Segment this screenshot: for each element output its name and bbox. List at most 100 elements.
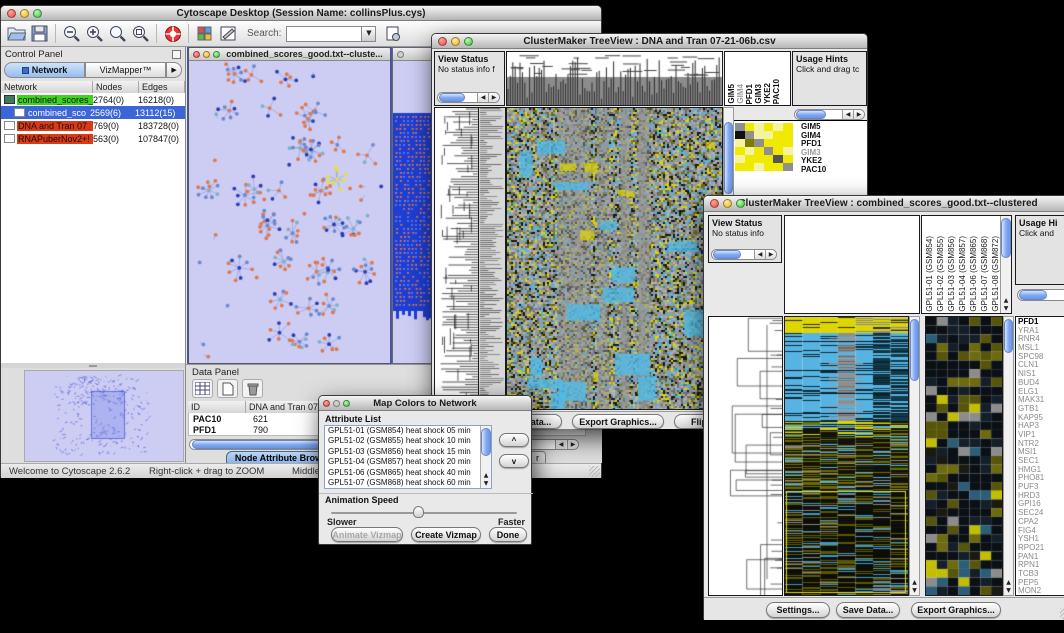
scroll-left-button[interactable]: ◀ xyxy=(555,440,566,449)
speed-slider-track[interactable] xyxy=(331,512,517,514)
tv2-column-label[interactable]: GPL51-02 (GSM855) xyxy=(935,236,946,312)
zoom-window-button[interactable] xyxy=(343,400,350,407)
tv1-column-label[interactable]: PAC10 xyxy=(772,79,781,104)
tv1-zoom-matrix[interactable] xyxy=(735,123,793,171)
tv2-heatmap-vscrollbar[interactable]: ▲ ▼ xyxy=(909,316,920,596)
new-attribute-icon[interactable] xyxy=(217,379,238,398)
scroll-left-button[interactable]: ◀ xyxy=(477,93,488,102)
scroll-left-button[interactable]: ◀ xyxy=(842,110,853,119)
move-up-button[interactable]: ^ xyxy=(499,433,529,447)
tab-overflow-button[interactable]: ▶ xyxy=(166,62,182,78)
tv2-column-label[interactable]: GPL51-01 (GSM854) xyxy=(924,236,935,312)
save-data-button[interactable]: Save Data... xyxy=(836,602,900,618)
tv2-zoom-vscrollbar[interactable]: ▲ ▼ xyxy=(1003,316,1014,596)
done-button[interactable]: Done xyxy=(489,527,527,542)
tv2-column-label[interactable]: GPL51-04 (GSM857) xyxy=(957,236,968,312)
column-header-edges[interactable]: Edges xyxy=(139,81,185,93)
resize-grip[interactable] xyxy=(1060,608,1064,619)
attribute-list-item[interactable]: GPL51-07 (GSM868) heat shock 60 min xyxy=(325,478,491,488)
scrollbar-thumb[interactable] xyxy=(1019,290,1047,300)
tv1-heatmap[interactable] xyxy=(507,108,722,409)
attribute-list-item[interactable]: GPL51-06 (GSM865) heat shock 40 min xyxy=(325,468,491,478)
close-button[interactable] xyxy=(438,37,447,46)
dialog-titlebar[interactable]: Map Colors to Network xyxy=(319,396,531,411)
resize-grip[interactable] xyxy=(589,466,600,477)
close-button[interactable] xyxy=(710,199,719,208)
network-table-row[interactable]: combined_scores_2764(0)16218(0) xyxy=(1,93,185,106)
network-table-row[interactable]: DNA and Tran 07769(0)183728(0) xyxy=(1,119,185,132)
scrollbar-thumb[interactable] xyxy=(796,110,826,119)
attribute-list-item[interactable]: GPL51-03 (GSM856) heat shock 15 min xyxy=(325,447,491,457)
column-header-network[interactable]: Network xyxy=(1,81,93,93)
minimize-button[interactable] xyxy=(203,51,210,58)
minimize-button[interactable] xyxy=(451,37,460,46)
network-view-canvas[interactable] xyxy=(189,61,390,363)
search-dropdown-button[interactable]: ▼ xyxy=(362,26,376,42)
search-input[interactable] xyxy=(286,26,362,42)
zoom-fit-icon[interactable] xyxy=(129,23,152,45)
scroll-left-button[interactable]: ◀ xyxy=(754,250,765,259)
zoom-in-icon[interactable] xyxy=(83,23,106,45)
scrollbar-thumb[interactable] xyxy=(439,93,465,102)
attribute-list-item[interactable]: GPL51-04 (GSM857) heat shock 20 min xyxy=(325,457,491,467)
scroll-right-button[interactable]: ▶ xyxy=(488,93,499,102)
attribute-list[interactable]: GPL51-01 (GSM854) heat shock 05 minGPL51… xyxy=(324,425,492,489)
tv2-status-hscrollbar[interactable]: ◀ ▶ xyxy=(711,249,777,260)
tv1-status-hscrollbar[interactable]: ◀ ▶ xyxy=(437,92,500,103)
zoom-out-icon[interactable] xyxy=(60,23,83,45)
move-down-button[interactable]: v xyxy=(499,454,529,468)
tv1-column-label[interactable]: PFD1 xyxy=(745,84,754,104)
tv1-column-label[interactable]: YKE2 xyxy=(763,83,772,104)
scrollbar-thumb[interactable] xyxy=(724,122,733,194)
scroll-up-button[interactable]: ▲ xyxy=(481,472,491,479)
network-window-titlebar[interactable]: combined_scores_good.txt--cluste... xyxy=(189,48,390,61)
attribute-list-vscrollbar[interactable]: ▲ ▼ xyxy=(480,426,491,488)
close-button[interactable] xyxy=(323,400,330,407)
tab-vizmapper[interactable]: VizMapper™ xyxy=(85,62,166,78)
scroll-down-button[interactable]: ▼ xyxy=(481,480,491,487)
network-table-row[interactable]: combined_sco2569(6)13112(15) xyxy=(1,106,185,119)
tv1-global-hscrollbar[interactable]: ◀ ▶ xyxy=(794,109,865,120)
export-graphics-button[interactable]: Export Graphics... xyxy=(911,602,1001,618)
network-view-2-canvas[interactable] xyxy=(393,61,435,363)
minimize-button[interactable] xyxy=(723,199,732,208)
scroll-up-button[interactable]: ▲ xyxy=(1004,579,1013,586)
zoom-window-button[interactable] xyxy=(213,51,220,58)
network-window-2-titlebar[interactable] xyxy=(393,48,435,61)
tv1-row-dendrogram[interactable] xyxy=(435,108,478,409)
zoom-window-button[interactable] xyxy=(464,37,473,46)
scrollbar-thumb[interactable] xyxy=(481,428,491,456)
scrollbar-thumb[interactable] xyxy=(1001,218,1011,258)
tv1-zoom-row-label[interactable]: PAC10 xyxy=(801,166,861,175)
scrollbar-thumb[interactable] xyxy=(910,319,919,381)
help-ring-icon[interactable] xyxy=(161,23,184,45)
scroll-down-button[interactable]: ▼ xyxy=(1004,587,1013,594)
export-graphics-button[interactable]: Export Graphics... xyxy=(572,414,664,429)
tv2-heatmap[interactable] xyxy=(785,317,908,595)
close-button[interactable] xyxy=(193,51,200,58)
column-header-nodes[interactable]: Nodes xyxy=(93,81,139,93)
tv2-column-label[interactable]: GPL51-03 (GSM856) xyxy=(946,236,957,312)
scroll-down-button[interactable]: ▼ xyxy=(910,587,919,594)
gene-label[interactable]: MON2 xyxy=(1018,587,1064,596)
attribute-table-icon[interactable] xyxy=(192,379,213,398)
scrollbar-thumb[interactable] xyxy=(713,250,741,259)
tv2-column-label[interactable]: GPL51-07 (GSM868) xyxy=(979,236,990,312)
network-overview-canvas[interactable] xyxy=(24,370,184,462)
tv2-zoom-heatmap[interactable] xyxy=(926,317,1002,595)
scroll-up-button[interactable]: ▲ xyxy=(910,579,919,586)
tv1-column-label[interactable]: GIM4 xyxy=(736,84,745,104)
data-column-header[interactable]: ID xyxy=(188,401,246,413)
zoom-window-button[interactable] xyxy=(736,199,745,208)
attribute-list-item[interactable]: GPL51-02 (GSM855) heat shock 10 min xyxy=(325,436,491,446)
tv2-collabel-vscrollbar[interactable]: ▲ ▼ xyxy=(1000,216,1011,313)
scroll-up-button[interactable]: ▲ xyxy=(1001,297,1011,304)
tv2-global-hscrollbar[interactable] xyxy=(1017,289,1064,301)
tv2-gene-list[interactable]: PFD1YRA1RNR4MSL1SPC98CLN1NIS1BUD4ELG1MAK… xyxy=(1015,316,1064,596)
minimize-button[interactable] xyxy=(333,400,340,407)
minimize-button[interactable] xyxy=(20,9,29,18)
open-icon[interactable] xyxy=(5,23,28,45)
tv1-column-label[interactable]: GIM3 xyxy=(754,84,763,104)
scroll-down-button[interactable]: ▼ xyxy=(1001,305,1011,312)
speed-slider-thumb[interactable] xyxy=(413,506,424,518)
